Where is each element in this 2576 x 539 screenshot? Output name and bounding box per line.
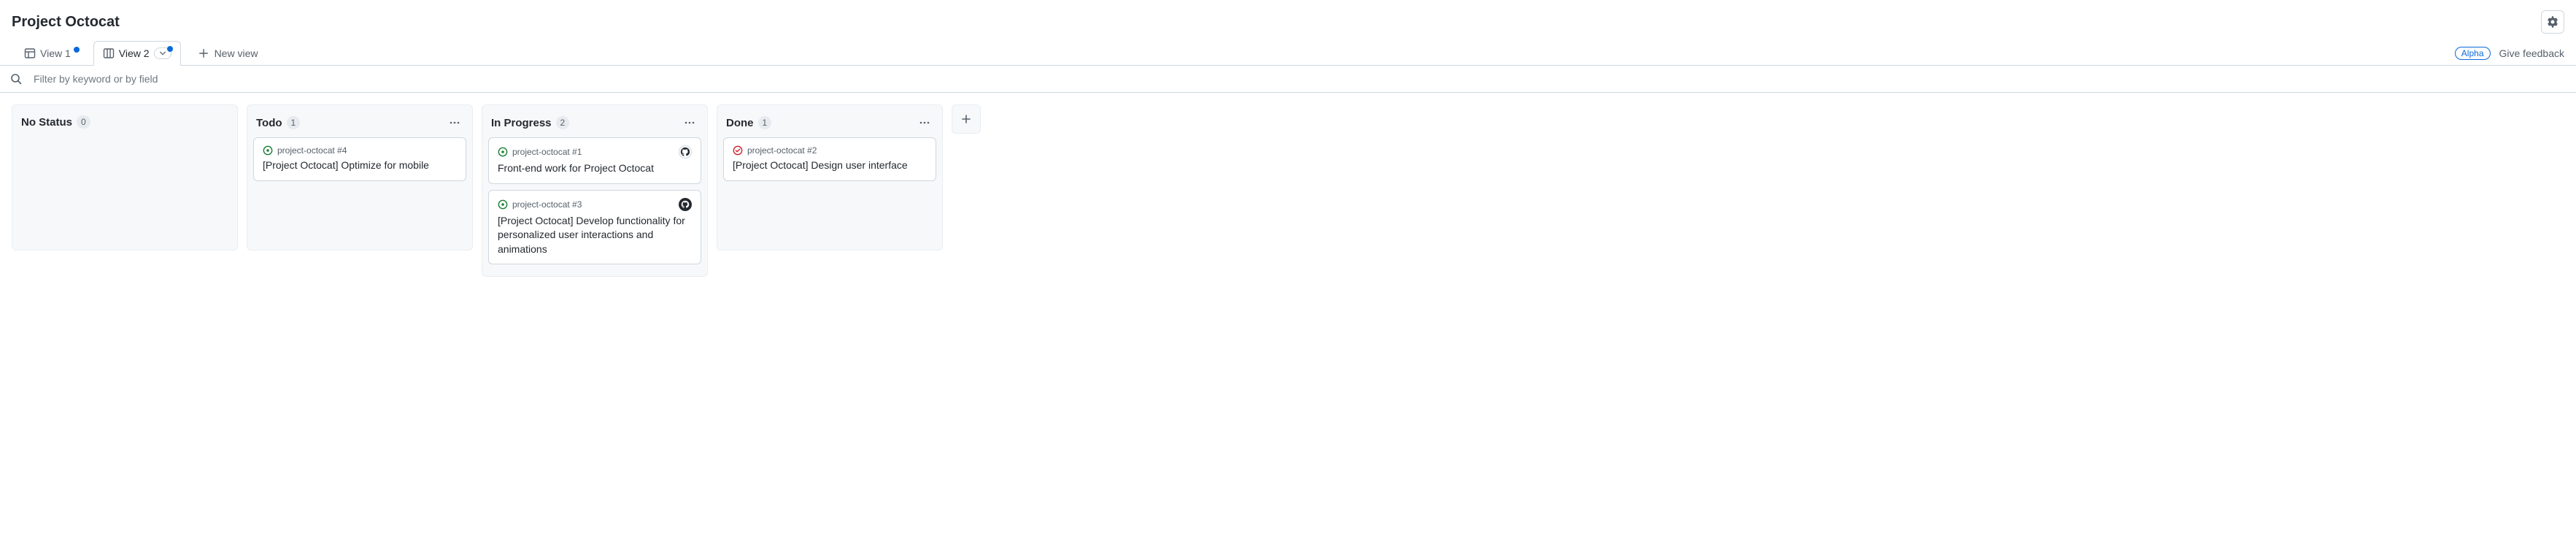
board: No Status 0 Todo 1 project-octocat #4 [0, 93, 2576, 288]
column-in-progress: In Progress 2 project-octocat #1 Front-e [482, 104, 708, 277]
filter-row [0, 66, 2576, 93]
add-column-button[interactable] [952, 104, 981, 134]
card[interactable]: project-octocat #1 Front-end work for Pr… [488, 137, 701, 184]
tab-view-1[interactable]: View 1 [15, 41, 89, 65]
search-icon [10, 73, 22, 85]
table-layout-icon [24, 47, 36, 59]
card-title: Front-end work for Project Octocat [498, 161, 692, 176]
new-view-label: New view [215, 47, 258, 59]
plus-icon [960, 113, 972, 125]
column-menu-button[interactable] [446, 115, 463, 130]
card-title: [Project Octocat] Optimize for mobile [263, 158, 457, 173]
gear-icon [2547, 16, 2558, 28]
column-title: In Progress [491, 117, 552, 129]
unsaved-indicator-icon [167, 46, 173, 52]
column-todo: Todo 1 project-octocat #4 [Project Octoc… [247, 104, 473, 251]
card-reference: project-octocat #4 [277, 145, 347, 156]
column-count-badge: 1 [287, 116, 301, 129]
column-title: Done [726, 117, 754, 129]
column-no-status: No Status 0 [12, 104, 238, 251]
new-view-button[interactable]: New view [190, 42, 267, 65]
unsaved-indicator-icon [74, 47, 80, 53]
assignee-avatar[interactable] [679, 145, 692, 158]
tab-options-button[interactable] [154, 47, 171, 59]
filter-input[interactable] [34, 73, 325, 85]
tab-label: View 2 [119, 47, 150, 59]
page-title: Project Octocat [12, 14, 120, 31]
column-count-badge: 1 [758, 116, 772, 129]
card-reference: project-octocat #1 [512, 147, 582, 157]
column-menu-button[interactable] [681, 115, 698, 130]
card[interactable]: project-octocat #3 [Project Octocat] Dev… [488, 190, 701, 265]
column-count-badge: 2 [556, 116, 570, 129]
tabs-row: View 1 View 2 New view Alpha Give feedba… [0, 34, 2576, 66]
issue-closed-icon [733, 145, 743, 156]
project-settings-button[interactable] [2541, 10, 2564, 34]
kebab-icon [919, 117, 930, 129]
alpha-badge: Alpha [2455, 47, 2491, 60]
card-reference: project-octocat #2 [747, 145, 817, 156]
assignee-avatar[interactable] [679, 198, 692, 211]
card[interactable]: project-octocat #4 [Project Octocat] Opt… [253, 137, 466, 181]
kebab-icon [684, 117, 695, 129]
column-count-badge: 0 [77, 115, 90, 129]
column-title: Todo [256, 117, 282, 129]
kebab-icon [449, 117, 460, 129]
tab-label: View 1 [40, 47, 71, 59]
card-title: [Project Octocat] Design user interface [733, 158, 927, 173]
give-feedback-link[interactable]: Give feedback [2499, 47, 2565, 59]
column-menu-button[interactable] [916, 115, 933, 130]
column-title: No Status [21, 116, 72, 129]
card[interactable]: project-octocat #2 [Project Octocat] Des… [723, 137, 936, 181]
chevron-down-icon [159, 50, 166, 57]
card-title: [Project Octocat] Develop functionality … [498, 214, 692, 257]
plus-icon [198, 48, 209, 58]
card-reference: project-octocat #3 [512, 199, 582, 210]
issue-open-icon [498, 147, 508, 157]
board-layout-icon [103, 47, 115, 59]
issue-open-icon [263, 145, 273, 156]
tab-view-2[interactable]: View 2 [93, 41, 181, 66]
column-done: Done 1 project-octocat #2 [Project Octoc… [717, 104, 943, 251]
issue-open-icon [498, 199, 508, 210]
